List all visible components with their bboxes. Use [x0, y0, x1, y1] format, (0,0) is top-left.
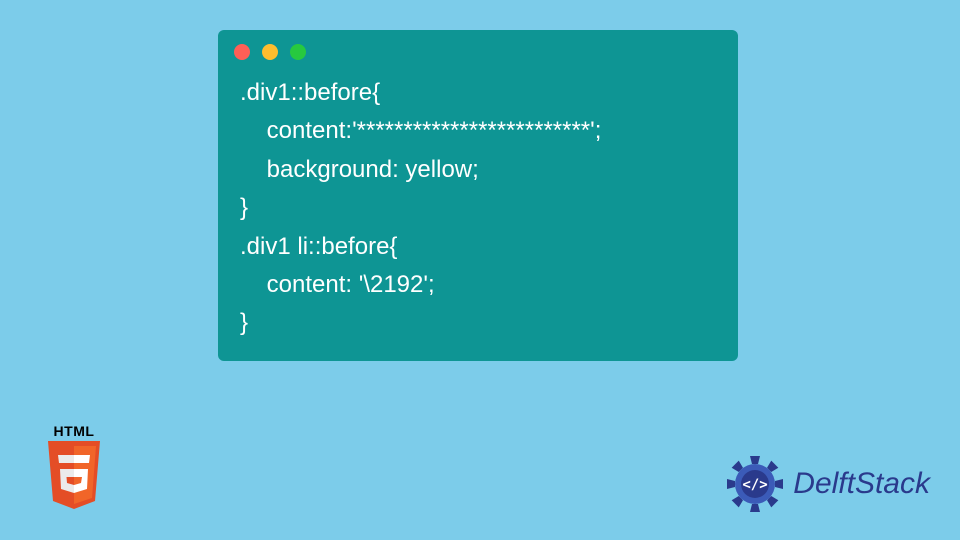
- brand-name: DelftStack: [793, 467, 930, 501]
- code-line: }: [240, 189, 716, 227]
- svg-text:</>: </>: [743, 477, 768, 493]
- code-line: .div1 li::before{: [240, 228, 716, 266]
- brand-logo-group: </> DelftStack: [725, 454, 930, 514]
- code-window: .div1::before{ content:'****************…: [218, 30, 738, 361]
- code-line: content:'*************************';: [240, 112, 716, 150]
- code-line: background: yellow;: [240, 151, 716, 189]
- html5-label: HTML: [36, 423, 112, 439]
- delftstack-gear-icon: </>: [725, 454, 785, 514]
- maximize-icon: [290, 44, 306, 60]
- html5-badge: HTML: [36, 423, 112, 518]
- code-block: .div1::before{ content:'****************…: [218, 68, 738, 343]
- close-icon: [234, 44, 250, 60]
- minimize-icon: [262, 44, 278, 60]
- code-line: .div1::before{: [240, 74, 716, 112]
- window-titlebar: [218, 30, 738, 68]
- code-line: content: '\2192';: [240, 266, 716, 304]
- html5-shield-icon: [42, 441, 106, 513]
- code-line: }: [240, 304, 716, 342]
